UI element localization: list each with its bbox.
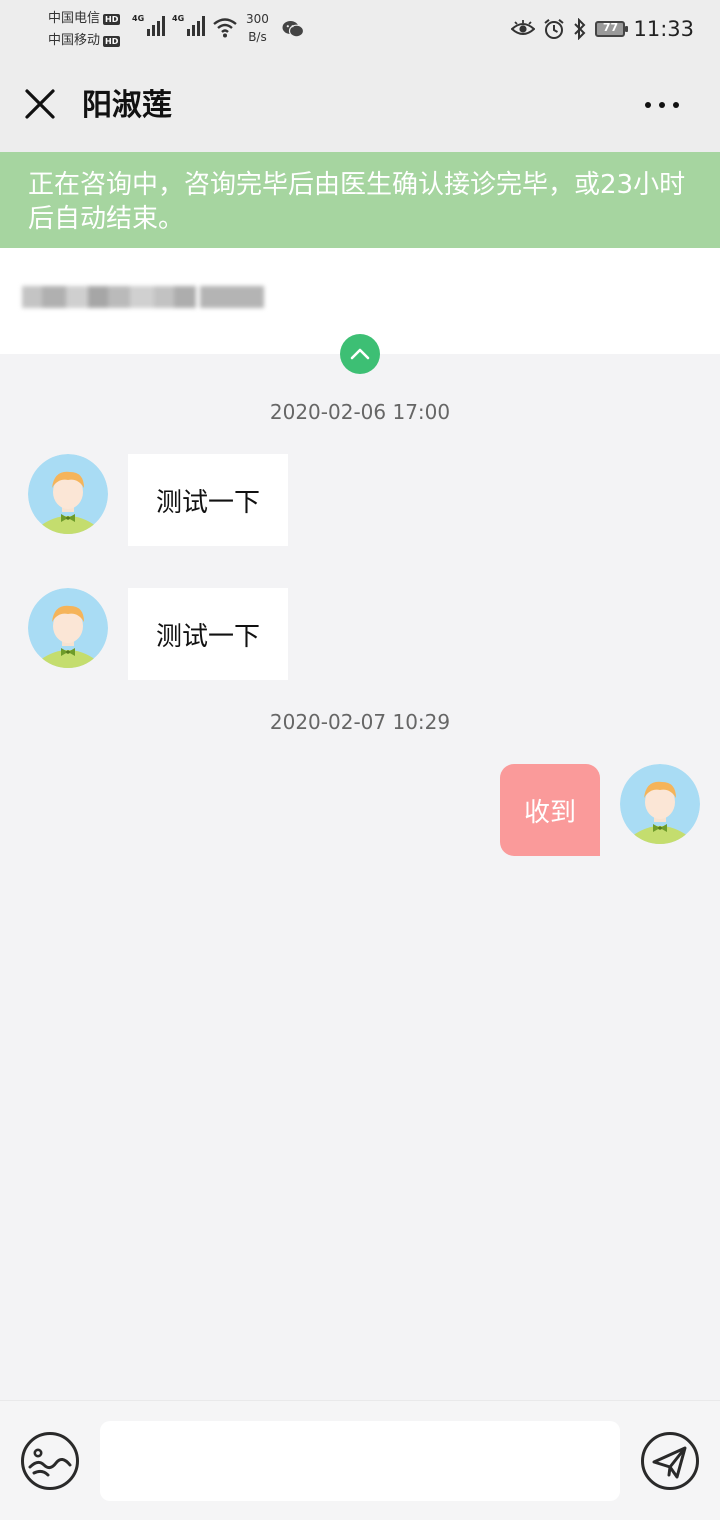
message-timestamp: 2020-02-06 17:00 — [269, 400, 451, 424]
avatar[interactable] — [28, 588, 108, 668]
redacted-info — [22, 286, 264, 308]
speed-unit: B/s — [248, 30, 267, 44]
composer-bar — [0, 1400, 720, 1520]
wifi-icon — [213, 18, 237, 38]
more-options-button[interactable] — [640, 90, 684, 120]
image-icon — [21, 1432, 79, 1490]
battery-icon: 77 — [595, 21, 629, 37]
message-input[interactable] — [100, 1421, 620, 1501]
network-speed: 300 B/s — [246, 10, 269, 46]
send-button[interactable] — [640, 1431, 700, 1491]
speed-value: 300 — [246, 12, 269, 26]
title-bar: 阳淑莲 — [0, 60, 720, 152]
bluetooth-icon — [574, 18, 586, 40]
message-timestamp: 2020-02-07 10:29 — [269, 710, 451, 734]
signal-strength-icon: 4G — [132, 14, 166, 36]
send-image-button[interactable] — [20, 1431, 80, 1491]
consultation-notice: 正在咨询中，咨询完毕后由医生确认接诊完毕，或23小时后自动结束。 — [0, 152, 720, 248]
avatar[interactable] — [28, 454, 108, 534]
send-icon — [641, 1432, 699, 1490]
signal-strength-icon: 4G — [172, 14, 206, 36]
carrier-info: 中国电信 HD 中国移动 HD — [48, 8, 121, 52]
message-bubble: 测试一下 — [128, 588, 288, 680]
more-icon — [645, 102, 651, 108]
carrier-2-label: 中国移动 — [48, 33, 101, 48]
message-bubble-outgoing: 收到 — [500, 764, 600, 856]
eye-comfort-icon — [511, 20, 536, 35]
network-type-label: 4G — [172, 14, 185, 23]
wechat-icon — [282, 21, 304, 38]
clock: 11:33 — [633, 17, 694, 41]
network-type-label: 4G — [132, 14, 145, 23]
status-right: 77 11:33 — [511, 14, 694, 44]
hd-badge: HD — [103, 35, 121, 47]
page-title: 阳淑莲 — [82, 88, 172, 123]
carrier-1-label: 中国电信 — [48, 11, 101, 26]
battery-level: 77 — [602, 21, 619, 34]
alarm-icon — [544, 19, 565, 39]
hd-badge: HD — [103, 13, 121, 25]
chevron-up-icon — [350, 348, 370, 360]
close-icon — [25, 89, 55, 119]
avatar[interactable] — [620, 764, 700, 844]
message-bubble: 测试一下 — [128, 454, 288, 546]
close-button[interactable] — [20, 84, 60, 124]
collapse-button[interactable] — [340, 334, 380, 374]
status-bar: 中国电信 HD 中国移动 HD 4G 4G 300 B/s 77 11:33 — [0, 0, 720, 60]
